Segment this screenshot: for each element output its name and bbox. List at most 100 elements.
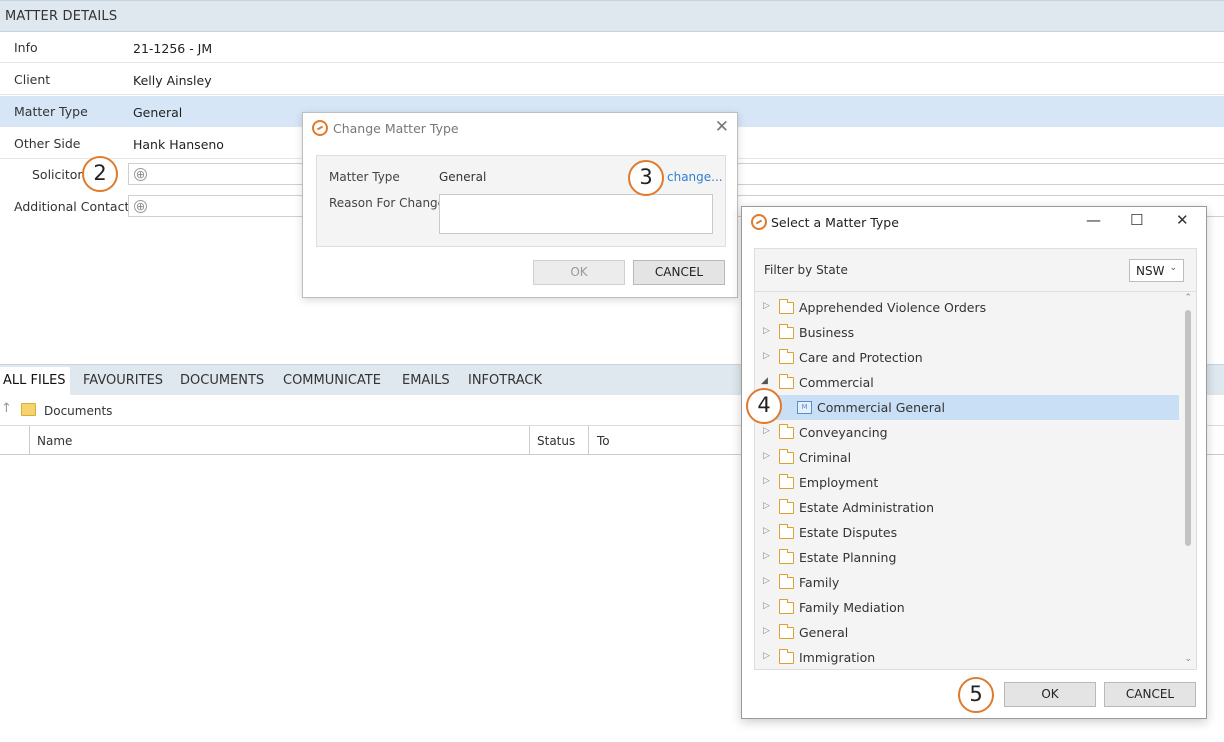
matter-type-tree: ▷ Apprehended Violence Orders ▷ Business… — [754, 291, 1197, 670]
scroll-thumb[interactable] — [1185, 310, 1191, 546]
expand-icon[interactable]: ▷ — [763, 601, 770, 611]
plus-icon[interactable]: ⊕ — [134, 200, 147, 213]
expand-icon[interactable]: ▷ — [763, 526, 770, 536]
step-marker-2: 2 — [82, 156, 118, 192]
tree-item[interactable]: ▷ General — [755, 620, 1179, 645]
change-matter-type-dialog: Change Matter Type ✕ Matter Type General… — [302, 112, 738, 298]
client-label: Client — [14, 72, 51, 87]
other-side-label: Other Side — [14, 136, 81, 151]
tree-item[interactable]: ▷ Apprehended Violence Orders — [755, 295, 1179, 320]
up-arrow-icon[interactable]: ↑ — [1, 401, 12, 416]
step-marker-3: 3 — [628, 160, 664, 196]
tree-item[interactable]: ▷ Estate Disputes — [755, 520, 1179, 545]
expand-icon[interactable]: ▷ — [763, 451, 770, 461]
breadcrumb-documents[interactable]: Documents — [44, 404, 112, 418]
change-link[interactable]: change... — [667, 170, 723, 184]
tree-item-label: Estate Planning — [799, 550, 897, 565]
matter-details-header: MATTER DETAILS — [0, 0, 1224, 32]
tab-favourites[interactable]: FAVOURITES — [83, 373, 163, 388]
column-separator — [529, 426, 530, 455]
expand-icon[interactable]: ▷ — [763, 626, 770, 636]
app-logo-icon — [312, 120, 328, 136]
folder-icon — [779, 624, 794, 639]
expand-icon[interactable]: ▷ — [763, 576, 770, 586]
folder-icon — [779, 524, 794, 539]
reason-input[interactable] — [439, 194, 713, 234]
tree-item[interactable]: ▷ Conveyancing — [755, 420, 1179, 445]
column-status[interactable]: Status — [537, 434, 575, 448]
expand-icon[interactable]: ▷ — [763, 426, 770, 436]
tab-all-files[interactable]: ALL FILES — [0, 367, 70, 396]
matter-type-icon: M — [797, 401, 812, 414]
expand-icon[interactable]: ▷ — [763, 476, 770, 486]
solicitor-label: Solicitor — [32, 167, 83, 182]
expand-icon[interactable]: ▷ — [763, 351, 770, 361]
tab-communicate[interactable]: COMMUNICATE — [283, 373, 381, 388]
close-icon[interactable]: ✕ — [1176, 211, 1189, 229]
expand-icon[interactable]: ▷ — [763, 651, 770, 661]
column-name[interactable]: Name — [37, 434, 72, 448]
matter-type-value: General — [439, 170, 487, 184]
tree-item[interactable]: ▷ Criminal — [755, 445, 1179, 470]
tree-item-label: Immigration — [799, 650, 876, 665]
folder-icon — [21, 403, 36, 416]
folder-icon — [779, 474, 794, 489]
state-select[interactable]: NSW ⌄ — [1129, 259, 1184, 282]
expand-icon[interactable]: ▷ — [763, 326, 770, 336]
scroll-down-icon[interactable]: ⌄ — [1184, 654, 1192, 664]
tree-item[interactable]: ◢ Commercial — [755, 370, 1179, 395]
tree-item[interactable]: ▷ Business — [755, 320, 1179, 345]
matter-details-title: MATTER DETAILS — [5, 9, 118, 24]
info-value[interactable]: 21-1256 - JM — [133, 41, 212, 56]
matter-type-label: Matter Type — [14, 104, 88, 119]
tree-item[interactable]: ▷ Estate Planning — [755, 545, 1179, 570]
client-value[interactable]: Kelly Ainsley — [133, 73, 212, 88]
tab-documents[interactable]: DOCUMENTS — [180, 373, 264, 388]
other-side-value[interactable]: Hank Hanseno — [133, 137, 224, 152]
tab-emails[interactable]: EMAILS — [402, 373, 450, 388]
state-value: NSW — [1136, 264, 1165, 278]
folder-icon — [779, 574, 794, 589]
tree-item-label: Care and Protection — [799, 350, 923, 365]
tree-item-label: Apprehended Violence Orders — [799, 300, 987, 315]
ok-button[interactable]: OK — [533, 260, 625, 285]
plus-icon[interactable]: ⊕ — [134, 168, 147, 181]
expand-icon[interactable]: ▷ — [763, 551, 770, 561]
cancel-button[interactable]: CANCEL — [1104, 682, 1196, 707]
reason-label: Reason For Change — [329, 196, 446, 210]
tree-item[interactable]: ▷ Family Mediation — [755, 595, 1179, 620]
folder-icon — [779, 424, 794, 439]
close-icon[interactable]: ✕ — [715, 117, 729, 137]
column-to[interactable]: To — [597, 434, 610, 448]
info-label: Info — [14, 40, 38, 55]
tree-item-label: General — [799, 625, 849, 640]
filter-label: Filter by State — [764, 263, 848, 277]
tree-item[interactable]: ▷ Care and Protection — [755, 345, 1179, 370]
ok-button[interactable]: OK — [1004, 682, 1096, 707]
matter-type-value[interactable]: General — [133, 105, 182, 120]
tree-item-selected[interactable]: M Commercial General — [755, 395, 1179, 420]
tab-infotrack[interactable]: INFOTRACK — [468, 373, 542, 388]
client-row: Client Kelly Ainsley — [0, 64, 1224, 95]
tree-item-label: Conveyancing — [799, 425, 888, 440]
tree-item-label: Estate Disputes — [799, 525, 898, 540]
step-marker-5: 5 — [958, 677, 994, 713]
tree-item-label: Business — [799, 325, 855, 340]
maximize-icon[interactable]: ☐ — [1130, 211, 1143, 229]
tree-item[interactable]: ▷ Family — [755, 570, 1179, 595]
folder-icon — [779, 499, 794, 514]
column-separator — [588, 426, 589, 455]
cancel-button[interactable]: CANCEL — [633, 260, 725, 285]
dialog-title: Select a Matter Type — [771, 215, 899, 230]
tree-item[interactable]: ▷ Employment — [755, 470, 1179, 495]
tree-item-label: Commercial General — [817, 400, 945, 415]
tree-item[interactable]: ▷ Immigration — [755, 645, 1179, 669]
tree-scrollbar[interactable]: ⌃ ⌄ — [1179, 292, 1196, 669]
expand-icon[interactable]: ▷ — [763, 301, 770, 311]
tree-item-label: Family — [799, 575, 840, 590]
tree-item[interactable]: ▷ Estate Administration — [755, 495, 1179, 520]
collapse-icon[interactable]: ◢ — [761, 376, 768, 386]
expand-icon[interactable]: ▷ — [763, 501, 770, 511]
minimize-icon[interactable]: — — [1086, 211, 1101, 229]
scroll-up-icon[interactable]: ⌃ — [1184, 293, 1192, 303]
